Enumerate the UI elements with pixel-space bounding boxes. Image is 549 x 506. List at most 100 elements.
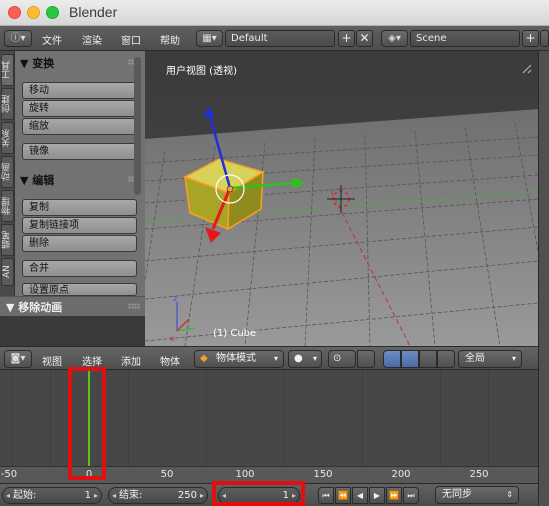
toolshelf-tabs: 工具 创建 关系 动画 物理 蜡笔 AN bbox=[0, 51, 15, 296]
window-title: Blender bbox=[69, 4, 118, 20]
chevron-down-icon: ▾ bbox=[273, 354, 278, 363]
current-frame-highlight-box bbox=[212, 481, 305, 506]
ruler-tick: 150 bbox=[313, 469, 333, 480]
scene-icon[interactable]: ◈▾ bbox=[381, 30, 408, 47]
rotate-manipulator-icon[interactable] bbox=[419, 350, 437, 368]
screen-layout-field[interactable]: Default bbox=[225, 30, 335, 47]
pivot-icon: ⊙ bbox=[333, 353, 342, 364]
manipulator-toggle-button[interactable] bbox=[383, 350, 401, 368]
add-layout-button[interactable]: + bbox=[338, 30, 355, 47]
viewport-scene: z x bbox=[145, 51, 538, 346]
tab-physics[interactable]: 物理 bbox=[1, 190, 14, 222]
active-object-label: (1) Cube bbox=[213, 328, 257, 339]
mirror-button[interactable]: 镜像 bbox=[22, 143, 137, 160]
remove-layout-button[interactable]: ✕ bbox=[356, 30, 373, 47]
orientation-label: 全局 bbox=[465, 353, 485, 364]
menu-render[interactable]: 渲染 bbox=[82, 32, 102, 47]
screen-layout-icon[interactable]: ▦▾ bbox=[196, 30, 223, 47]
cube-mode-icon: ◆ bbox=[200, 353, 208, 364]
chevron-right-icon[interactable]: ▸ bbox=[94, 488, 98, 503]
scale-button[interactable]: 缩放 bbox=[22, 118, 137, 135]
layer-toggle-button[interactable] bbox=[357, 350, 375, 368]
rotate-button[interactable]: 旋转 bbox=[22, 100, 137, 117]
jump-end-icon[interactable]: ⏭ bbox=[403, 487, 419, 504]
ruler-tick: 200 bbox=[391, 469, 411, 480]
chevron-left-icon[interactable]: ◂ bbox=[112, 488, 116, 503]
chevron-down-icon: ▾ bbox=[511, 354, 516, 363]
info-header: ⓘ▾ 文件 渲染 窗口 帮助 ▦▾ Default + ✕ ◈▾ Scene + bbox=[0, 26, 549, 51]
menu-select[interactable]: 选择 bbox=[82, 353, 102, 368]
remove-scene-button[interactable] bbox=[540, 30, 549, 47]
edit-panel-header[interactable]: ▼ 编辑 bbox=[20, 172, 54, 188]
chevron-down-icon: ▾ bbox=[312, 354, 317, 363]
join-button[interactable]: 合并 bbox=[22, 260, 137, 277]
play-reverse-icon[interactable]: ◀ bbox=[352, 487, 368, 504]
chevron-left-icon[interactable]: ◂ bbox=[6, 488, 10, 503]
tab-animation[interactable]: 动画 bbox=[1, 156, 14, 188]
tab-create[interactable]: 创建 bbox=[1, 88, 14, 120]
minimize-window-button[interactable] bbox=[27, 6, 40, 19]
properties-region-strip[interactable] bbox=[538, 51, 549, 506]
timeline-gridline bbox=[488, 370, 489, 466]
menu-file[interactable]: 文件 bbox=[42, 32, 62, 47]
timeline-gridline bbox=[206, 370, 207, 466]
scale-manipulator-icon[interactable] bbox=[437, 350, 455, 368]
timeline-gridline bbox=[12, 370, 13, 466]
chevron-updown-icon: ⇕ bbox=[506, 490, 513, 499]
start-frame-value: 1 bbox=[84, 490, 91, 501]
timeline-gridline bbox=[128, 370, 129, 466]
end-frame-field[interactable]: ◂ 结束: 250 ▸ bbox=[108, 487, 208, 504]
solid-sphere-icon: ● bbox=[294, 353, 303, 364]
mode-label: 物体模式 bbox=[216, 353, 256, 364]
editor-type-3d-button[interactable]: ◙▾ bbox=[4, 350, 32, 368]
menu-view[interactable]: 视图 bbox=[42, 353, 62, 368]
set-origin-dropdown[interactable]: 设置原点 bbox=[22, 283, 137, 296]
remove-animation-header[interactable]: ▼ 移除动画 bbox=[6, 299, 62, 315]
playhead-highlight-box bbox=[68, 367, 106, 480]
svg-text:x: x bbox=[170, 334, 175, 343]
orientation-dropdown[interactable]: 全局 ▾ bbox=[458, 350, 522, 368]
operator-panel: ▼ 移除动画 bbox=[0, 296, 148, 316]
sync-dropdown[interactable]: 无同步 ⇕ bbox=[435, 486, 519, 504]
menu-object[interactable]: 物体 bbox=[160, 353, 180, 368]
timeline-gridline bbox=[284, 370, 285, 466]
next-keyframe-icon[interactable]: ⏩ bbox=[386, 487, 402, 504]
duplicate-button[interactable]: 复制 bbox=[22, 199, 137, 216]
menu-help[interactable]: 帮助 bbox=[160, 32, 180, 47]
prev-keyframe-icon[interactable]: ⏪ bbox=[335, 487, 351, 504]
3d-viewport[interactable]: z x 用户视图 (透视) (1) Cube bbox=[145, 51, 538, 346]
play-icon[interactable]: ▶ bbox=[369, 487, 385, 504]
transform-panel-header[interactable]: ▼ 变换 bbox=[20, 55, 54, 71]
timeline-gridline bbox=[362, 370, 363, 466]
close-window-button[interactable] bbox=[8, 6, 21, 19]
scene-field[interactable]: Scene bbox=[410, 30, 520, 47]
toolshelf: ▼ 变换 移动 旋转 缩放 镜像 ▼ 编辑 复制 复制链接项 删除 合并 设置原… bbox=[15, 51, 145, 296]
timeline-gridline bbox=[50, 370, 51, 466]
ruler-tick: 100 bbox=[235, 469, 255, 480]
menu-add[interactable]: 添加 bbox=[121, 353, 141, 368]
toolshelf-scrollbar[interactable] bbox=[134, 57, 141, 195]
chevron-right-icon[interactable]: ▸ bbox=[200, 488, 204, 503]
menu-window[interactable]: 窗口 bbox=[121, 32, 141, 47]
sync-label: 无同步 bbox=[442, 489, 472, 500]
end-frame-label: 结束: bbox=[119, 490, 143, 501]
pivot-dropdown[interactable]: ⊙ bbox=[328, 350, 356, 368]
tab-tools[interactable]: 工具 bbox=[1, 54, 14, 86]
duplicate-linked-button[interactable]: 复制链接项 bbox=[22, 217, 137, 234]
panel-grip-icon[interactable] bbox=[128, 303, 140, 309]
tab-relations[interactable]: 关系 bbox=[1, 122, 14, 154]
tab-an[interactable]: AN bbox=[1, 258, 14, 286]
start-frame-field[interactable]: ◂ 起始: 1 ▸ bbox=[2, 487, 102, 504]
shading-dropdown[interactable]: ● ▾ bbox=[288, 350, 322, 368]
translate-manipulator-icon[interactable] bbox=[401, 350, 419, 368]
editor-type-button[interactable]: ⓘ▾ bbox=[4, 30, 32, 47]
add-scene-button[interactable]: + bbox=[522, 30, 539, 47]
zoom-window-button[interactable] bbox=[46, 6, 59, 19]
delete-button[interactable]: 删除 bbox=[22, 235, 137, 252]
jump-start-icon[interactable]: ⏮ bbox=[318, 487, 334, 504]
translate-button[interactable]: 移动 bbox=[22, 82, 137, 99]
ruler-tick: 50 bbox=[160, 469, 174, 480]
start-frame-label: 起始: bbox=[13, 490, 37, 501]
mode-dropdown[interactable]: ◆ 物体模式 ▾ bbox=[194, 350, 284, 368]
tab-grease-pencil[interactable]: 蜡笔 bbox=[1, 224, 14, 256]
